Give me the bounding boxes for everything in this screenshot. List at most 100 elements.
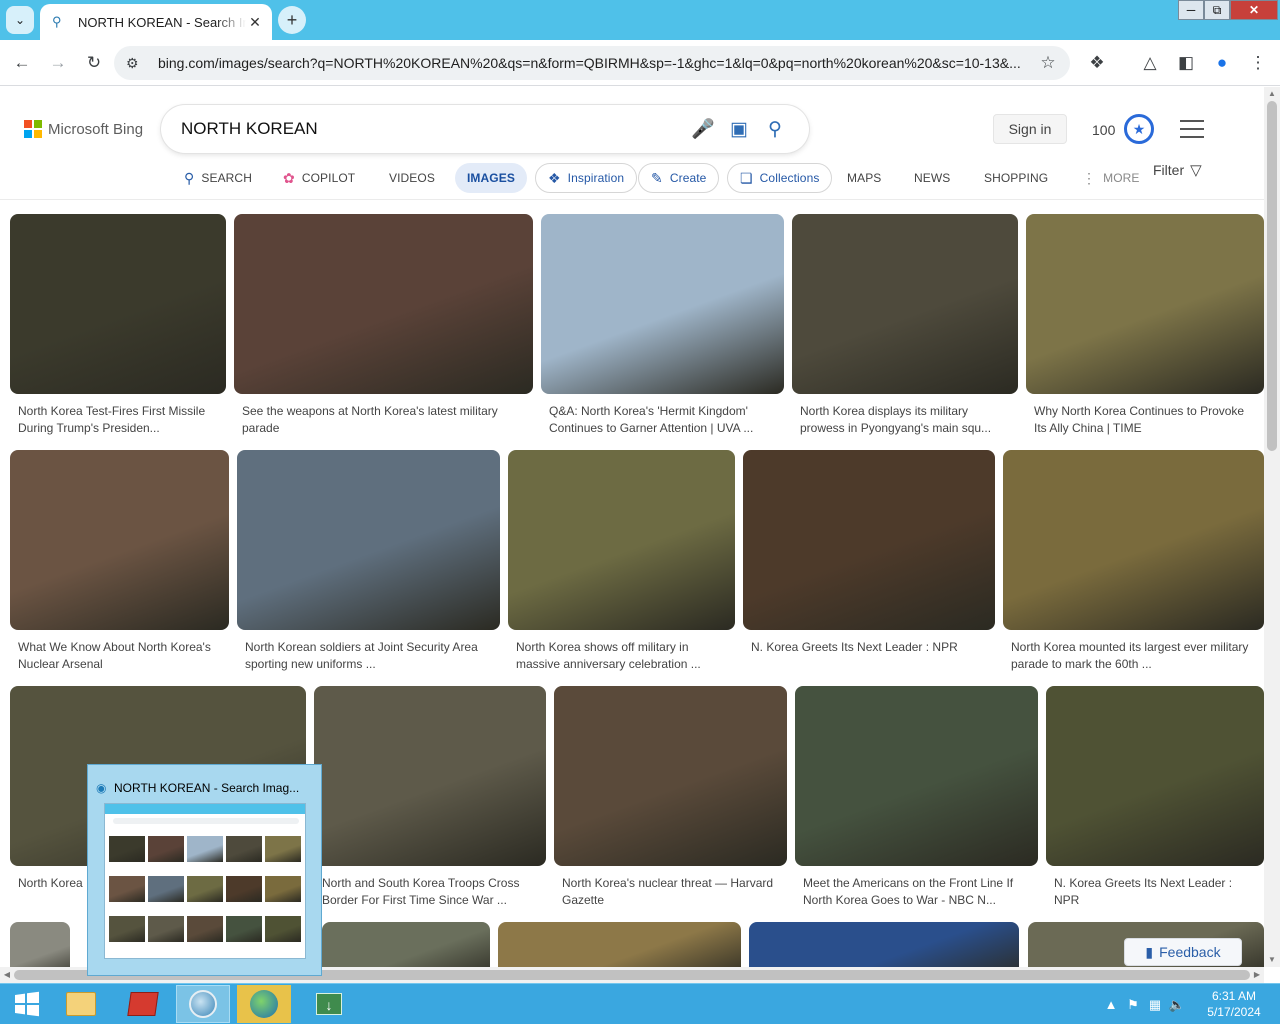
- chevron-down-icon: ⌄: [14, 13, 26, 27]
- image-result-card[interactable]: North Korean soldiers at Joint Security …: [237, 450, 500, 675]
- start-button[interactable]: [0, 985, 54, 1023]
- tray-network-icon[interactable]: ▦: [1144, 997, 1166, 1013]
- result-caption[interactable]: See the weapons at North Korea's latest …: [242, 403, 529, 437]
- side-panel-button[interactable]: ◧: [1173, 50, 1199, 76]
- site-settings-icon[interactable]: ⚙: [126, 55, 150, 72]
- preview-mini-thumb: [226, 836, 262, 862]
- taskbar-app-download[interactable]: ↓: [302, 985, 356, 1023]
- result-caption[interactable]: North Korea Test-Fires First Missile Dur…: [18, 403, 222, 437]
- browser-tab-active[interactable]: ⚲ NORTH KOREAN - Search Images ✕: [40, 4, 272, 40]
- scroll-right-icon[interactable]: ▶: [1250, 967, 1264, 983]
- new-tab-button[interactable]: +: [278, 6, 306, 34]
- reload-icon: ↻: [86, 53, 102, 72]
- image-result-card[interactable]: North and South Korea Troops Cross Borde…: [314, 686, 546, 911]
- clock-time: 6:31 AM: [1211, 989, 1257, 1003]
- bookmark-star-icon[interactable]: ☆: [1038, 53, 1058, 73]
- image-result-card[interactable]: Q&A: North Korea's 'Hermit Kingdom' Cont…: [541, 214, 784, 439]
- scroll-left-icon[interactable]: ◀: [0, 967, 14, 983]
- result-caption[interactable]: N. Korea Greets Its Next Leader : NPR: [751, 639, 991, 656]
- tab-title: NORTH KOREAN - Search Images: [78, 14, 246, 30]
- result-thumbnail[interactable]: [314, 686, 546, 866]
- forward-button[interactable]: →: [45, 50, 71, 76]
- result-thumbnail[interactable]: [508, 450, 735, 630]
- preview-title-row: ◉ NORTH KOREAN - Search Imag...: [96, 781, 316, 795]
- result-caption[interactable]: North Korea's nuclear threat — Harvard G…: [562, 875, 783, 909]
- taskbar-clock[interactable]: 6:31 AM 5/17/2024: [1198, 988, 1270, 1020]
- result-caption[interactable]: North and South Korea Troops Cross Borde…: [322, 875, 542, 909]
- taskbar-file-explorer[interactable]: [54, 985, 108, 1023]
- result-thumbnail[interactable]: [10, 214, 226, 394]
- preview-mini-thumb: [109, 836, 145, 862]
- preview-thumbnail[interactable]: [104, 803, 306, 959]
- result-caption[interactable]: North Korea shows off military in massiv…: [516, 639, 731, 673]
- result-thumbnail[interactable]: [795, 686, 1038, 866]
- tray-overflow-icon[interactable]: ▲: [1100, 997, 1122, 1012]
- result-thumbnail[interactable]: [234, 214, 533, 394]
- result-thumbnail[interactable]: [498, 922, 741, 967]
- window-minimize-button[interactable]: ─: [1178, 0, 1204, 20]
- window-restore-button[interactable]: ⧉: [1204, 0, 1230, 20]
- result-thumbnail[interactable]: [1003, 450, 1264, 630]
- scroll-up-icon[interactable]: ▲: [1264, 87, 1280, 101]
- result-caption[interactable]: North Korean soldiers at Joint Security …: [245, 639, 496, 673]
- result-thumbnail[interactable]: [1026, 214, 1264, 394]
- image-result-card[interactable]: North Korea mounted its largest ever mil…: [1003, 450, 1264, 675]
- preview-mini-thumb: [226, 876, 262, 902]
- result-caption[interactable]: Q&A: North Korea's 'Hermit Kingdom' Cont…: [549, 403, 780, 437]
- image-result-card[interactable]: North Korea's nuclear threat — Harvard G…: [554, 686, 787, 911]
- profile-button[interactable]: ●: [1209, 50, 1235, 76]
- taskbar-browser-2[interactable]: [237, 985, 291, 1023]
- result-thumbnail[interactable]: [237, 450, 500, 630]
- image-result-card[interactable]: North Korea shows off military in massiv…: [508, 450, 735, 675]
- result-thumbnail[interactable]: [743, 450, 995, 630]
- image-result-card[interactable]: See the weapons at North Korea's latest …: [234, 214, 533, 439]
- result-caption[interactable]: Why North Korea Continues to Provoke Its…: [1034, 403, 1260, 437]
- tab-search-button[interactable]: ⌄: [6, 6, 34, 34]
- result-thumbnail[interactable]: [792, 214, 1018, 394]
- result-thumbnail[interactable]: [322, 922, 490, 967]
- result-thumbnail[interactable]: [1046, 686, 1264, 866]
- preview-mini-thumb: [265, 836, 301, 862]
- restore-icon: ⧉: [1212, 2, 1222, 17]
- image-result-card[interactable]: Meet the Americans on the Front Line If …: [795, 686, 1038, 911]
- preview-mini-thumb: [109, 916, 145, 942]
- vertical-scroll-thumb[interactable]: [1267, 101, 1277, 451]
- preview-mini-thumb: [148, 916, 184, 942]
- result-caption[interactable]: What We Know About North Korea's Nuclear…: [18, 639, 225, 673]
- window-close-button[interactable]: ✕: [1230, 0, 1278, 20]
- scroll-down-icon[interactable]: ▼: [1264, 953, 1280, 967]
- image-result-card[interactable]: North Korea displays its military prowes…: [792, 214, 1018, 439]
- reload-button[interactable]: ↻: [81, 50, 107, 76]
- image-result-card[interactable]: What We Know About North Korea's Nuclear…: [10, 450, 229, 675]
- vertical-scrollbar[interactable]: ▲ ▼: [1264, 87, 1280, 967]
- feedback-button[interactable]: ▮ Feedback: [1124, 938, 1242, 966]
- more-vertical-icon: ⋮: [1249, 53, 1267, 72]
- result-thumbnail[interactable]: [749, 922, 1019, 967]
- labs-button[interactable]: △: [1137, 50, 1163, 76]
- result-caption[interactable]: Meet the Americans on the Front Line If …: [803, 875, 1034, 909]
- taskbar-browser-active[interactable]: [176, 985, 230, 1023]
- image-result-card[interactable]: N. Korea Greets Its Next Leader : NPR: [743, 450, 995, 658]
- back-button[interactable]: ←: [9, 50, 35, 76]
- image-result-card[interactable]: North Korea Test-Fires First Missile Dur…: [10, 214, 226, 439]
- result-caption[interactable]: North Korea displays its military prowes…: [800, 403, 1014, 437]
- browser-menu-button[interactable]: ⋮: [1245, 50, 1271, 76]
- result-thumbnail[interactable]: [554, 686, 787, 866]
- taskbar-window-preview[interactable]: ◉ NORTH KOREAN - Search Imag...: [87, 764, 322, 976]
- address-url[interactable]: bing.com/images/search?q=NORTH%20KOREAN%…: [158, 55, 1038, 71]
- tab-close-icon[interactable]: ✕: [246, 14, 264, 31]
- result-thumbnail[interactable]: [10, 450, 229, 630]
- result-caption[interactable]: N. Korea Greets Its Next Leader : NPR: [1054, 875, 1260, 909]
- extensions-button[interactable]: ❖: [1084, 50, 1110, 76]
- preview-title: NORTH KOREAN - Search Imag...: [114, 781, 300, 795]
- result-caption[interactable]: North Korea mounted its largest ever mil…: [1011, 639, 1260, 673]
- result-thumbnail[interactable]: [541, 214, 784, 394]
- image-result-card[interactable]: N. Korea Greets Its Next Leader : NPR: [1046, 686, 1264, 907]
- tray-flag-icon[interactable]: ⚑: [1122, 997, 1144, 1013]
- arrow-left-icon: ←: [13, 53, 31, 72]
- taskbar-app-red[interactable]: [116, 985, 170, 1023]
- tray-volume-icon[interactable]: 🔈: [1166, 997, 1188, 1013]
- address-bar[interactable]: ⚙ bing.com/images/search?q=NORTH%20KOREA…: [114, 46, 1070, 80]
- image-result-card[interactable]: Why North Korea Continues to Provoke Its…: [1026, 214, 1264, 439]
- result-thumbnail[interactable]: [10, 922, 70, 967]
